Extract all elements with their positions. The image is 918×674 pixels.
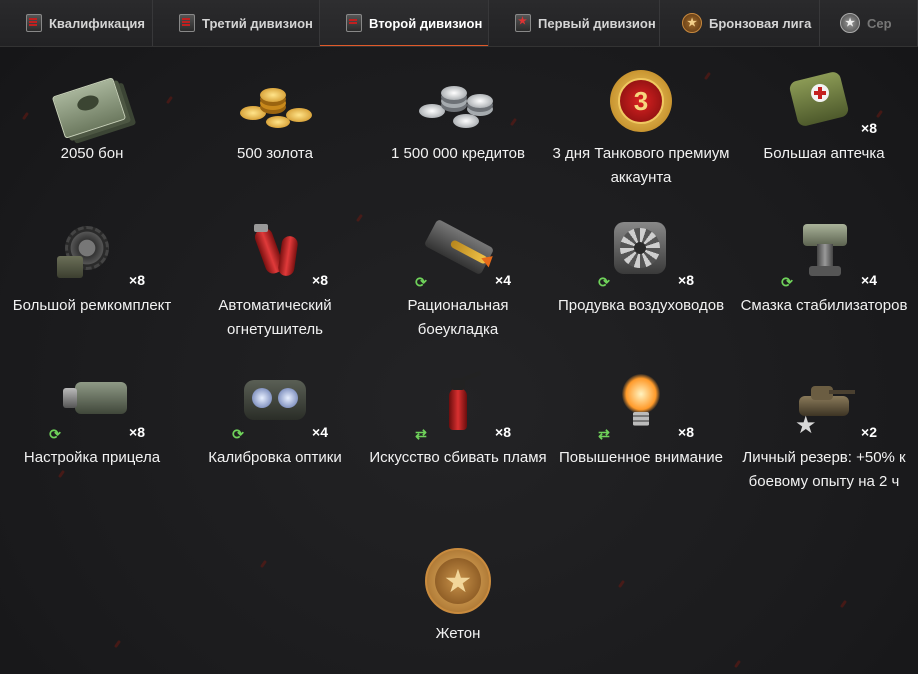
reward-label: Продувка воздуховодов — [557, 297, 725, 314]
personal-reserve-tank-icon: ★ ×2 — [779, 370, 877, 442]
reward-firefighting[interactable]: ⇄ ×8 Искусство сбивать пламя — [368, 370, 548, 470]
reward-label: Смазка стабилизаторов — [740, 297, 908, 314]
reward-personal-reserve: ★ ×2 Личный резерв: +50% к боевому опыту… — [734, 370, 914, 494]
reusable-cycle-icon: ⟳ — [415, 274, 427, 290]
tab-label: Второй дивизион — [369, 15, 483, 31]
tab-label: Сер — [867, 15, 892, 31]
division-badge-icon — [26, 14, 42, 32]
token-star-icon: ★ — [413, 546, 503, 618]
item-count: ×4 — [495, 272, 511, 288]
reward-label: Искусство сбивать пламя — [369, 449, 547, 466]
item-count: ×4 — [861, 272, 877, 288]
reward-premium-account: 3 3 дня Танкового премиум аккаунта — [551, 66, 731, 190]
ammo-rack-icon: ⟳ ×4 — [413, 218, 511, 290]
tab-third-division[interactable]: Третий дивизион — [153, 0, 320, 46]
reward-label: Жетон — [435, 625, 481, 642]
reward-label: 1 500 000 кредитов — [391, 145, 525, 162]
reward-label: Большая аптечка — [763, 145, 885, 162]
division-two-badge-icon — [346, 14, 362, 32]
reward-aim-tuning[interactable]: ⟳ ×8 Настройка прицела — [2, 370, 182, 470]
bronze-league-icon: ★ — [682, 13, 702, 33]
reward-air-duct[interactable]: ⟳ ×8 Продувка воздуховодов — [551, 218, 731, 318]
item-count: ×8 — [861, 120, 877, 136]
division-three-badge-icon — [179, 14, 195, 32]
reward-label: 2050 бон — [60, 145, 124, 162]
reward-repair-kit: ×8 Большой ремкомплект — [2, 218, 182, 318]
reusable-cycle-icon: ⟳ — [49, 426, 61, 442]
tab-silver-league[interactable]: ★ Сер — [820, 0, 918, 46]
division-tabs: Квалификация Третий дивизион Второй диви… — [0, 0, 918, 47]
reward-label: Настройка прицела — [23, 449, 161, 466]
reward-label: Рациональная боеукладка — [407, 297, 509, 338]
reusable-cycle-icon: ⟳ — [781, 274, 793, 290]
optics-calibration-icon: ⟳ ×4 — [230, 370, 328, 442]
item-count: ×8 — [678, 424, 694, 440]
item-count: ×8 — [129, 272, 145, 288]
repair-kit-icon: ×8 — [47, 218, 145, 290]
item-count: ×8 — [495, 424, 511, 440]
reusable-cycle-icon: ⇄ — [598, 426, 610, 442]
tab-label: Первый дивизион — [538, 15, 656, 31]
reusable-cycle-icon: ⟳ — [232, 426, 244, 442]
tab-qualification[interactable]: Квалификация — [0, 0, 153, 46]
rewards-panel: Квалификация Третий дивизион Второй диви… — [0, 0, 918, 674]
credits-icon — [413, 66, 503, 138]
reward-auto-extinguisher: ×8 Автоматический огнетушитель — [185, 218, 365, 342]
fire-extinguisher-icon: ⇄ ×8 — [413, 370, 511, 442]
reward-bonds: 2050 бон — [2, 66, 182, 166]
item-count: ×8 — [312, 272, 328, 288]
silver-league-icon: ★ — [840, 13, 860, 33]
air-duct-fan-icon: ⟳ ×8 — [596, 218, 694, 290]
reward-gold: 500 золота — [185, 66, 365, 166]
reward-label: Большой ремкомплект — [12, 297, 172, 314]
reusable-cycle-icon: ⇄ — [415, 426, 427, 442]
tab-bronze-league[interactable]: ★ Бронзовая лига — [660, 0, 820, 46]
reusable-cycle-icon: ⟳ — [598, 274, 610, 290]
light-bulb-icon: ⇄ ×8 — [596, 370, 694, 442]
first-aid-kit-icon: ×8 — [779, 66, 877, 138]
gold-coins-icon — [230, 66, 320, 138]
reward-first-aid: ×8 Большая аптечка — [734, 66, 914, 166]
premium-account-icon: 3 — [596, 66, 686, 138]
reward-optics[interactable]: ⟳ ×4 Калибровка оптики — [185, 370, 365, 470]
tab-second-division[interactable]: Второй дивизион — [320, 0, 489, 46]
item-count: ×4 — [312, 424, 328, 440]
premium-badge-number: 3 — [618, 78, 664, 124]
item-count: ×8 — [678, 272, 694, 288]
reward-label: Личный резерв: +50% к боевому опыту на 2… — [742, 449, 906, 490]
tab-label: Третий дивизион — [202, 15, 313, 31]
aim-tuning-icon: ⟳ ×8 — [47, 370, 145, 442]
tab-label: Бронзовая лига — [709, 15, 812, 31]
item-count: ×8 — [129, 424, 145, 440]
reward-stabilizer[interactable]: ⟳ ×4 Смазка стабилизаторов — [734, 218, 914, 318]
division-one-badge-icon — [515, 14, 531, 32]
item-count: ×2 — [861, 424, 877, 440]
auto-extinguisher-icon: ×8 — [230, 218, 328, 290]
reward-label: Автоматический огнетушитель — [218, 297, 332, 338]
tab-first-division[interactable]: Первый дивизион — [489, 0, 660, 46]
reward-ammo-rack[interactable]: ⟳ ×4 Рациональная боеукладка — [368, 218, 548, 342]
reward-credits: 1 500 000 кредитов — [368, 66, 548, 166]
reward-label: 3 дня Танкового премиум аккаунта — [552, 145, 730, 186]
tab-label: Квалификация — [49, 15, 145, 31]
reward-label: Калибровка оптики — [208, 449, 342, 466]
reward-label: 500 золота — [237, 145, 313, 162]
reward-token: ★ Жетон — [368, 546, 548, 646]
stabilizer-lubricant-icon: ⟳ ×4 — [779, 218, 877, 290]
reward-label: Повышенное внимание — [559, 449, 723, 466]
bonds-icon — [47, 66, 137, 139]
reward-attention[interactable]: ⇄ ×8 Повышенное внимание — [551, 370, 731, 470]
